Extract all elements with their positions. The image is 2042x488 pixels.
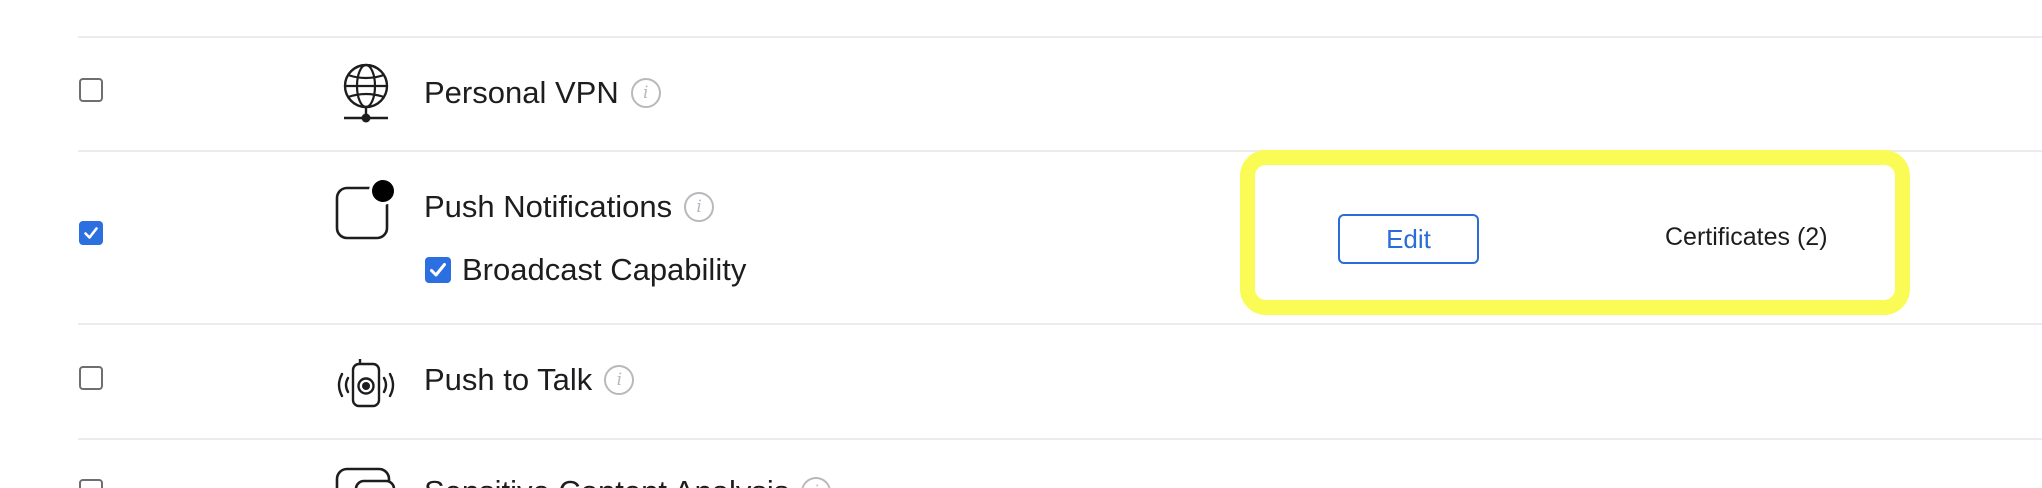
broadcast-capability-checkbox[interactable] [425,257,451,283]
capability-name: Personal VPN [424,75,619,110]
checkmark-icon [84,227,98,239]
globe-network-icon [338,62,394,126]
sensitive-content-analysis-checkbox[interactable] [79,479,103,488]
edit-button[interactable]: Edit [1338,214,1479,264]
info-icon[interactable]: i [604,365,635,395]
info-icon[interactable]: i [684,192,715,222]
personal-vpn-checkbox[interactable] [79,78,103,102]
push-to-talk-label: Push to Talk i [424,362,635,398]
push-notification-icon [334,176,400,242]
capabilities-list: Personal VPN i Push Notifications i Broa… [0,0,2042,488]
partial-capability-icon [335,0,395,8]
push-notifications-checkbox[interactable] [79,221,103,245]
capability-name: Push to Talk [424,362,593,397]
info-icon[interactable]: i [801,477,832,488]
capability-name: Sensitive Content Analysis [424,474,789,488]
checkmark-icon [430,263,446,277]
row-divider [78,36,2042,38]
info-icon[interactable]: i [630,78,661,108]
sensitive-content-analysis-label: Sensitive Content Analysis i [424,474,832,488]
capability-name: Push Notifications [424,189,673,224]
broadcast-capability-label: Broadcast Capability [462,252,747,287]
sensitive-content-icon [334,467,400,488]
personal-vpn-label: Personal VPN i [424,75,661,111]
push-notifications-label: Push Notifications i [424,189,715,225]
walkie-talkie-icon [332,359,400,409]
row-divider [78,438,2042,440]
row-divider [78,323,2042,325]
push-to-talk-checkbox[interactable] [79,366,103,390]
certificates-link[interactable]: Certificates (2) [1665,223,1828,252]
